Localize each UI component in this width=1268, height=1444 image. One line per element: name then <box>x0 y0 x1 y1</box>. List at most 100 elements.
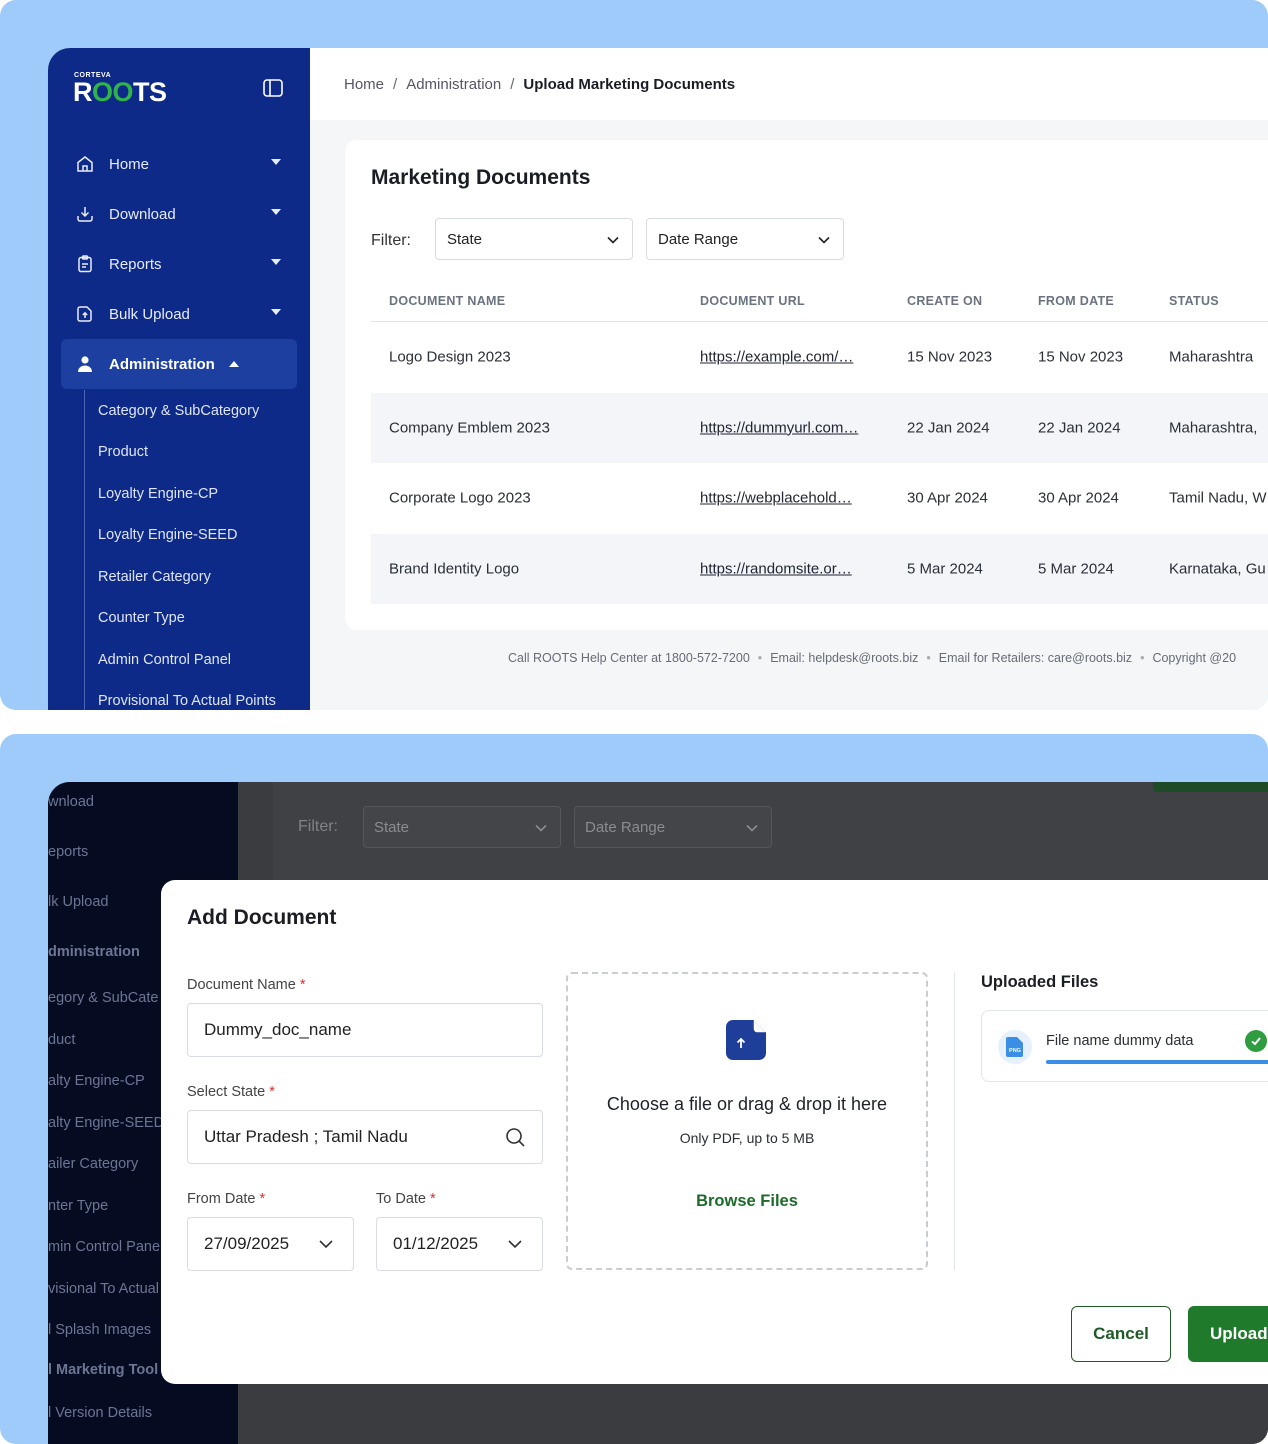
sidebar-dimmed-item: l Marketing Tool <box>48 1362 159 1378</box>
sidebar-item-label: Reports <box>109 255 162 273</box>
sidebar-subitem-retailer-category[interactable]: Retailer Category <box>98 569 211 585</box>
document-name-label: Document Name * <box>187 977 306 993</box>
cell-from-date: 5 Mar 2024 <box>1038 560 1114 578</box>
sidebar-item-reports[interactable]: Reports <box>61 239 297 289</box>
cell-document-name: Company Emblem 2023 <box>389 419 550 437</box>
date-range-filter-select[interactable]: Date Range <box>646 218 844 260</box>
select-state-field[interactable]: Uttar Pradesh ; Tamil Nadu <box>187 1110 543 1164</box>
state-filter-dimmed: State <box>363 806 561 848</box>
sidebar-subitem-provisional-points[interactable]: Provisional To Actual Points <box>98 693 276 709</box>
filter-label: Filter: <box>371 232 411 249</box>
sidebar-dimmed-item: eports <box>48 844 89 860</box>
sidebar-dimmed-item: l Version Details <box>48 1405 152 1421</box>
svg-text:PNG: PNG <box>1009 1048 1021 1054</box>
cell-created-on: 15 Nov 2023 <box>907 348 993 366</box>
table-row[interactable]: Brand Identity Logo https://randomsite.o… <box>371 533 1268 604</box>
search-icon[interactable] <box>504 1126 526 1148</box>
column-header-url[interactable]: DOCUMENT URL <box>700 294 805 308</box>
state-filter-select[interactable]: State <box>435 218 633 260</box>
file-dropzone[interactable]: Choose a file or drag & drop it here Onl… <box>566 972 928 1270</box>
table-row[interactable]: Logo Design 2023 https://example.com/… 1… <box>371 322 1268 393</box>
cell-document-name: Corporate Logo 2023 <box>389 489 531 507</box>
cancel-button[interactable]: Cancel <box>1071 1306 1171 1362</box>
document-name-field[interactable]: Dummy_doc_name <box>187 1003 543 1057</box>
cell-document-url[interactable]: https://example.com/… <box>700 349 853 366</box>
browse-files-link[interactable]: Browse Files <box>568 1192 926 1211</box>
sidebar-dimmed-item: l Splash Images <box>48 1322 152 1338</box>
from-date-label: From Date * <box>187 1191 266 1207</box>
sidebar-subitem-loyalty-cp[interactable]: Loyalty Engine-CP <box>98 486 218 502</box>
to-date-picker[interactable]: 01/12/2025 <box>376 1217 543 1271</box>
cell-document-url[interactable]: https://randomsite.or… <box>700 560 852 577</box>
app-window: CORTEVA ROOTS Home Download Reports Bulk… <box>48 48 1268 710</box>
sidebar-dimmed-item: nter Type <box>48 1198 109 1214</box>
sidebar-item-home[interactable]: Home <box>61 139 297 189</box>
uploaded-file-item[interactable]: PNG File name dummy data <box>981 1010 1268 1082</box>
documents-table: DOCUMENT NAME DOCUMENT URL CREATE ON FRO… <box>371 280 1268 604</box>
brand-logo[interactable]: ROOTS <box>73 77 167 108</box>
sidebar-dimmed-item: alty Engine-CP <box>48 1073 145 1089</box>
chevron-up-icon <box>228 361 239 367</box>
sidebar-subitem-product[interactable]: Product <box>98 444 148 460</box>
page-title: Marketing Documents <box>371 166 591 189</box>
page-footer: Call ROOTS Help Center at 1800-572-7200 •… <box>508 651 1237 665</box>
sidebar-item-administration[interactable]: Administration <box>61 339 297 389</box>
sidebar-dimmed-item: wnload <box>48 794 94 810</box>
sidebar-collapse-icon[interactable] <box>262 77 284 99</box>
upload-icon <box>74 303 96 325</box>
uploaded-file-name: File name dummy data <box>1046 1033 1194 1049</box>
check-icon <box>1245 1030 1267 1052</box>
document-name-value: Dummy_doc_name <box>204 1020 352 1039</box>
submenu-divider <box>84 390 85 710</box>
sidebar-dimmed-item: egory & SubCate <box>48 990 159 1006</box>
sidebar-item-label: Administration <box>109 355 215 373</box>
to-date-value: 01/12/2025 <box>393 1234 479 1253</box>
file-upload-icon <box>726 1020 766 1060</box>
sidebar-subitem-loyalty-seed[interactable]: Loyalty Engine-SEED <box>98 527 237 543</box>
column-header-created[interactable]: CREATE ON <box>907 294 982 308</box>
state-filter-value: State <box>447 230 483 248</box>
cell-status: Tamil Nadu, W <box>1169 489 1267 507</box>
sidebar-subitem-admin-control-panel[interactable]: Admin Control Panel <box>98 652 231 668</box>
table-row[interactable]: Corporate Logo 2023 https://webplacehold… <box>371 463 1268 534</box>
footer-retailer-email[interactable]: Email for Retailers: care@roots.biz <box>939 651 1132 665</box>
breadcrumb-separator: / <box>510 75 515 93</box>
sidebar-dimmed-item: ailer Category <box>48 1156 139 1172</box>
upload-button[interactable]: Upload <box>1188 1306 1268 1362</box>
breadcrumb-administration[interactable]: Administration <box>406 76 501 93</box>
from-date-picker[interactable]: 27/09/2025 <box>187 1217 354 1271</box>
add-document-modal: Add Document Document Name * Dummy_doc_n… <box>161 880 1268 1384</box>
footer-helpdesk-email[interactable]: Email: helpdesk@roots.biz <box>770 651 918 665</box>
column-header-name[interactable]: DOCUMENT NAME <box>389 294 505 308</box>
filter-label-dimmed: Filter: <box>298 818 338 835</box>
sidebar-subitem-counter-type[interactable]: Counter Type <box>98 610 185 626</box>
cell-document-url[interactable]: https://webplacehold… <box>700 490 852 507</box>
cell-created-on: 30 Apr 2024 <box>907 489 988 507</box>
cell-created-on: 5 Mar 2024 <box>907 560 983 578</box>
sidebar-item-label: Download <box>109 205 176 223</box>
add-button-dimmed <box>1153 782 1268 792</box>
table-row[interactable]: Company Emblem 2023 https://dummyurl.com… <box>371 392 1268 463</box>
chevron-down-icon <box>319 1240 333 1249</box>
dropzone-hint: Only PDF, up to 5 MB <box>679 1130 815 1146</box>
column-header-status[interactable]: STATUS <box>1169 294 1219 308</box>
cell-document-url[interactable]: https://dummyurl.com… <box>700 419 858 436</box>
column-header-from-date[interactable]: FROM DATE <box>1038 294 1114 308</box>
sidebar-item-download[interactable]: Download <box>61 189 297 239</box>
cell-document-name: Brand Identity Logo <box>389 560 520 578</box>
breadcrumb-home[interactable]: Home <box>344 76 384 93</box>
breadcrumb-separator: / <box>393 75 398 93</box>
chevron-down-icon <box>508 1240 522 1249</box>
cell-created-on: 22 Jan 2024 <box>907 419 990 437</box>
sidebar-subitem-category[interactable]: Category & SubCategory <box>98 403 259 419</box>
uploaded-files-title: Uploaded Files <box>981 973 1099 991</box>
footer-help-line: Call ROOTS Help Center at 1800-572-7200 <box>508 651 750 665</box>
breadcrumb: Home / Administration / Upload Marketing… <box>310 48 1268 120</box>
cell-document-name: Logo Design 2023 <box>389 348 511 366</box>
to-date-label: To Date * <box>376 1191 436 1207</box>
sidebar-item-bulk-upload[interactable]: Bulk Upload <box>61 289 297 339</box>
modal-title: Add Document <box>187 906 337 929</box>
screenshot-panel-documents: CORTEVA ROOTS Home Download Reports Bulk… <box>0 0 1268 710</box>
upload-progress-bar <box>1046 1060 1268 1064</box>
sidebar-dimmed-item: dministration <box>48 944 140 960</box>
